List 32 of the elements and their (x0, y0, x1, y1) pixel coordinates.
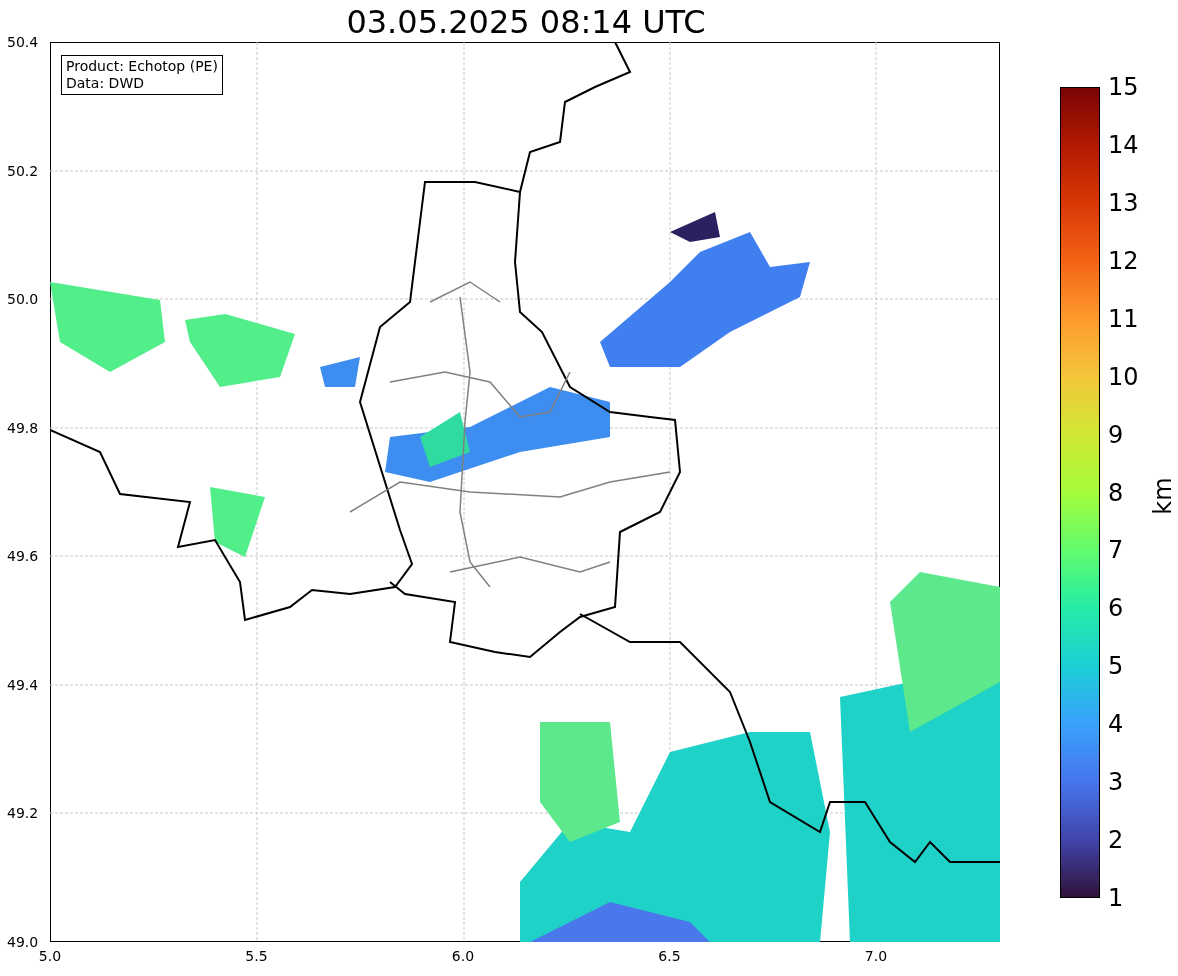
colorbar-tick-label: 9 (1108, 420, 1124, 449)
colorbar-tick-label: 6 (1108, 594, 1124, 623)
colorbar-label: km (1148, 477, 1177, 515)
colorbar-tick-label: 14 (1108, 130, 1139, 159)
axis-tick-label: 5.5 (245, 948, 268, 964)
axis-tick-label: 49.4 (7, 676, 39, 693)
colorbar-tick-label: 4 (1108, 710, 1124, 739)
colorbar-tick-label: 12 (1108, 246, 1139, 275)
colorbar-tick-label: 7 (1108, 536, 1124, 565)
axis-tick-label: 49.2 (7, 805, 39, 822)
colorbar-tick-label: 10 (1108, 362, 1139, 391)
legend-text: Product: Echotop (PE) (66, 58, 218, 75)
colorbar-tick-label: 1 (1108, 884, 1124, 912)
axis-tick-label: 49.0 (7, 934, 39, 950)
colorbar-tick-label: 13 (1108, 188, 1139, 217)
colorbar-tick-label: 2 (1108, 826, 1124, 855)
axis-tick-label: 49.8 (7, 419, 39, 436)
axis-tick-label: 49.6 (7, 548, 39, 565)
axis-tick-label: 5.0 (38, 948, 62, 964)
axis-tick-label: 50.4 (7, 34, 39, 50)
chart-title: 03.05.2025 08:14 UTC (345, 2, 707, 42)
axis-tick-label: 6.0 (451, 948, 475, 964)
axis-tick-label: 50.2 (7, 162, 39, 179)
axis-tick-label: 7.0 (864, 948, 888, 964)
colorbar-tick-label: 3 (1108, 768, 1124, 797)
axis-tick-label: 50.0 (7, 291, 39, 308)
colorbar-tick-label: 15 (1108, 73, 1139, 101)
axis-tick-label: 6.5 (658, 948, 681, 964)
legend-text: Data: DWD (66, 75, 145, 92)
colorbar-tick-label: 11 (1108, 304, 1139, 333)
colorbar-tick-label: 5 (1108, 652, 1124, 681)
colorbar-tick-label: 8 (1108, 478, 1124, 507)
